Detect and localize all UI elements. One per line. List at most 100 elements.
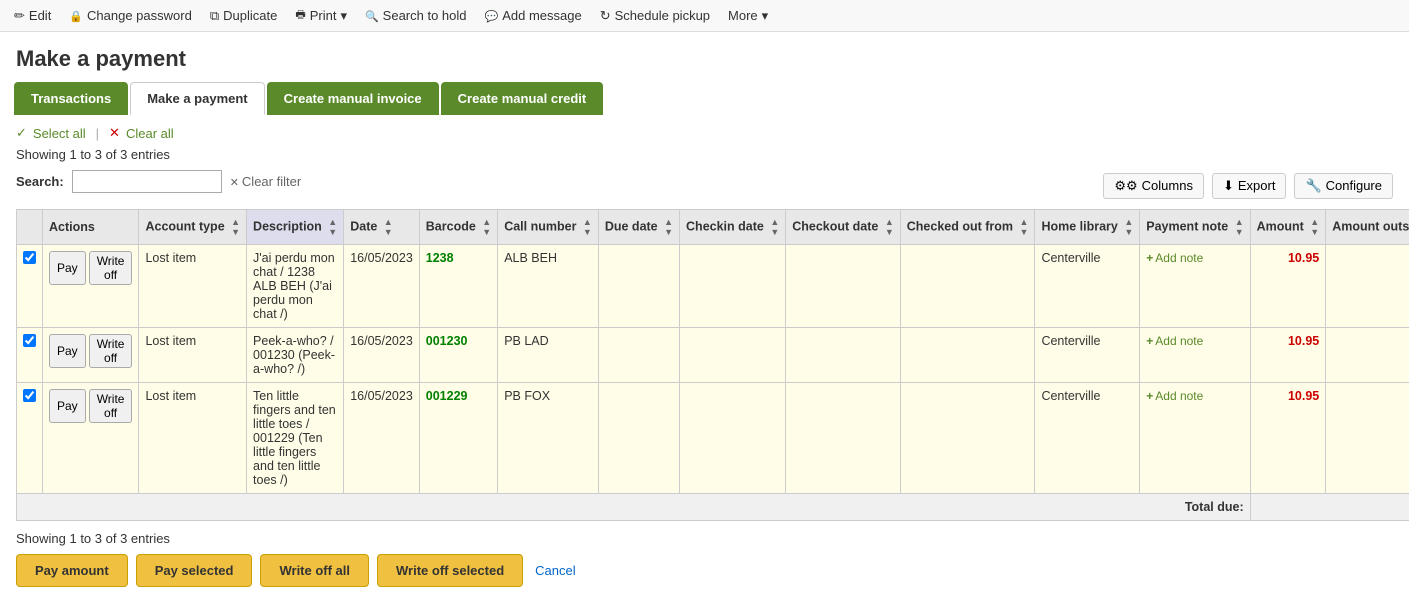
nav-edit[interactable]: Edit xyxy=(14,8,51,24)
col-date: Date ▲▼ xyxy=(344,210,420,245)
row-account-type: Lost item xyxy=(139,328,247,383)
pay-selected-button[interactable]: Pay selected xyxy=(136,554,253,587)
barcode-link[interactable]: 1238 xyxy=(426,251,454,265)
bottom-buttons: Pay amount Pay selected Write off all Wr… xyxy=(16,554,1393,587)
row-call-number: PB FOX xyxy=(498,383,599,494)
row-checkbox-cell xyxy=(17,383,43,494)
nav-more[interactable]: More ▾ xyxy=(728,8,768,24)
col-payment-note: Payment note ▲▼ xyxy=(1140,210,1250,245)
row-date: 16/05/2023 xyxy=(344,245,420,328)
row-actions: Pay Write off xyxy=(43,245,139,328)
search-input[interactable] xyxy=(72,170,222,193)
write-off-row-button[interactable]: Write off xyxy=(89,334,133,368)
write-off-selected-button[interactable]: Write off selected xyxy=(377,554,523,587)
export-button[interactable]: ⬇ Export xyxy=(1212,173,1286,199)
print-dropdown-arrow: ▾ xyxy=(340,8,347,24)
clear-filter-link[interactable]: Clear filter xyxy=(230,174,301,189)
showing-count-top: Showing 1 to 3 of 3 entries xyxy=(16,147,1393,162)
row-home-library: Centerville xyxy=(1035,328,1140,383)
row-checkbox-cell xyxy=(17,245,43,328)
tab-create-manual-invoice[interactable]: Create manual invoice xyxy=(267,82,439,115)
copy-icon xyxy=(210,8,219,24)
nav-change-password[interactable]: Change password xyxy=(69,8,192,23)
columns-button[interactable]: ⚙ Columns xyxy=(1103,173,1204,199)
col-description: Description ▲▼ xyxy=(247,210,344,245)
row-checkbox[interactable] xyxy=(23,251,36,264)
col-checkbox xyxy=(17,210,43,245)
print-icon xyxy=(295,6,305,25)
nav-add-message[interactable]: Add message xyxy=(485,8,582,23)
tab-create-manual-credit[interactable]: Create manual credit xyxy=(441,82,604,115)
lock-icon xyxy=(69,8,83,23)
pay-amount-button[interactable]: Pay amount xyxy=(16,554,128,587)
pay-row-button[interactable]: Pay xyxy=(49,334,86,368)
col-checked-out-from: Checked out from ▲▼ xyxy=(900,210,1035,245)
page-title: Make a payment xyxy=(0,32,1409,82)
configure-button[interactable]: 🔧 Configure xyxy=(1294,173,1393,199)
row-checkbox-cell xyxy=(17,328,43,383)
row-checkbox[interactable] xyxy=(23,389,36,402)
row-barcode: 1238 xyxy=(419,245,497,328)
add-note-link[interactable]: + Add note xyxy=(1146,251,1243,265)
nav-schedule-pickup[interactable]: Schedule pickup xyxy=(600,8,710,24)
cancel-link[interactable]: Cancel xyxy=(531,555,579,586)
col-barcode: Barcode ▲▼ xyxy=(419,210,497,245)
row-payment-note: + Add note xyxy=(1140,245,1250,328)
add-note-link[interactable]: + Add note xyxy=(1146,334,1243,348)
row-checked-out-from xyxy=(900,328,1035,383)
row-checkout-date xyxy=(786,383,901,494)
row-date: 16/05/2023 xyxy=(344,383,420,494)
add-note-link[interactable]: + Add note xyxy=(1146,389,1243,403)
col-due-date: Due date ▲▼ xyxy=(598,210,679,245)
row-barcode: 001229 xyxy=(419,383,497,494)
table-row: Pay Write off Lost item Ten little finge… xyxy=(17,383,1409,494)
write-off-row-button[interactable]: Write off xyxy=(89,389,133,423)
write-off-all-button[interactable]: Write off all xyxy=(260,554,369,587)
col-home-library: Home library ▲▼ xyxy=(1035,210,1140,245)
total-row: Total due: 32.85 xyxy=(17,494,1409,521)
row-description: Ten little fingers and ten little toes /… xyxy=(247,383,344,494)
edit-icon xyxy=(14,8,25,24)
barcode-link[interactable]: 001229 xyxy=(426,389,468,403)
nav-search-to-hold[interactable]: Search to hold xyxy=(365,8,467,23)
pay-row-button[interactable]: Pay xyxy=(49,251,86,285)
row-amount-outstanding: 10.95 xyxy=(1326,328,1409,383)
col-checkout-date: Checkout date ▲▼ xyxy=(786,210,901,245)
total-value: 32.85 xyxy=(1250,494,1409,521)
row-payment-note: + Add note xyxy=(1140,328,1250,383)
pay-row-button[interactable]: Pay xyxy=(49,389,86,423)
transactions-table: Actions Account type ▲▼ Description ▲▼ D… xyxy=(16,209,1409,521)
search-icon xyxy=(365,8,379,23)
clear-icon xyxy=(109,125,120,141)
select-all-link[interactable]: Select all xyxy=(33,126,86,141)
row-actions: Pay Write off xyxy=(43,328,139,383)
table-row: Pay Write off Lost item J'ai perdu mon c… xyxy=(17,245,1409,328)
write-off-row-button[interactable]: Write off xyxy=(89,251,133,285)
row-amount-outstanding: 10.95 xyxy=(1326,383,1409,494)
row-checkbox[interactable] xyxy=(23,334,36,347)
clear-all-link[interactable]: Clear all xyxy=(126,126,174,141)
tab-make-payment[interactable]: Make a payment xyxy=(130,82,264,115)
more-dropdown-arrow: ▾ xyxy=(762,8,769,24)
main-content: Select all | Clear all Showing 1 to 3 of… xyxy=(0,115,1409,597)
search-area: Search: Clear filter xyxy=(16,170,301,193)
search-toolbar: Search: Clear filter ⚙ Columns ⬇ Export … xyxy=(16,170,1393,201)
row-due-date xyxy=(598,245,679,328)
barcode-link[interactable]: 001230 xyxy=(426,334,468,348)
nav-duplicate[interactable]: Duplicate xyxy=(210,8,278,24)
row-amount: 10.95 xyxy=(1250,328,1326,383)
col-amount: Amount ▲▼ xyxy=(1250,210,1326,245)
toolbar-right: ⚙ Columns ⬇ Export 🔧 Configure xyxy=(1103,173,1393,199)
tab-transactions[interactable]: Transactions xyxy=(14,82,128,115)
export-icon: ⬇ xyxy=(1223,178,1234,194)
configure-icon: 🔧 xyxy=(1305,178,1321,194)
row-barcode: 001230 xyxy=(419,328,497,383)
message-icon xyxy=(485,8,499,23)
table-row: Pay Write off Lost item Peek-a-who? / 00… xyxy=(17,328,1409,383)
schedule-icon xyxy=(600,8,611,24)
check-icon xyxy=(16,125,27,141)
row-payment-note: + Add note xyxy=(1140,383,1250,494)
nav-print[interactable]: Print ▾ xyxy=(295,6,347,25)
table-header-row: Actions Account type ▲▼ Description ▲▼ D… xyxy=(17,210,1409,245)
row-checked-out-from xyxy=(900,245,1035,328)
